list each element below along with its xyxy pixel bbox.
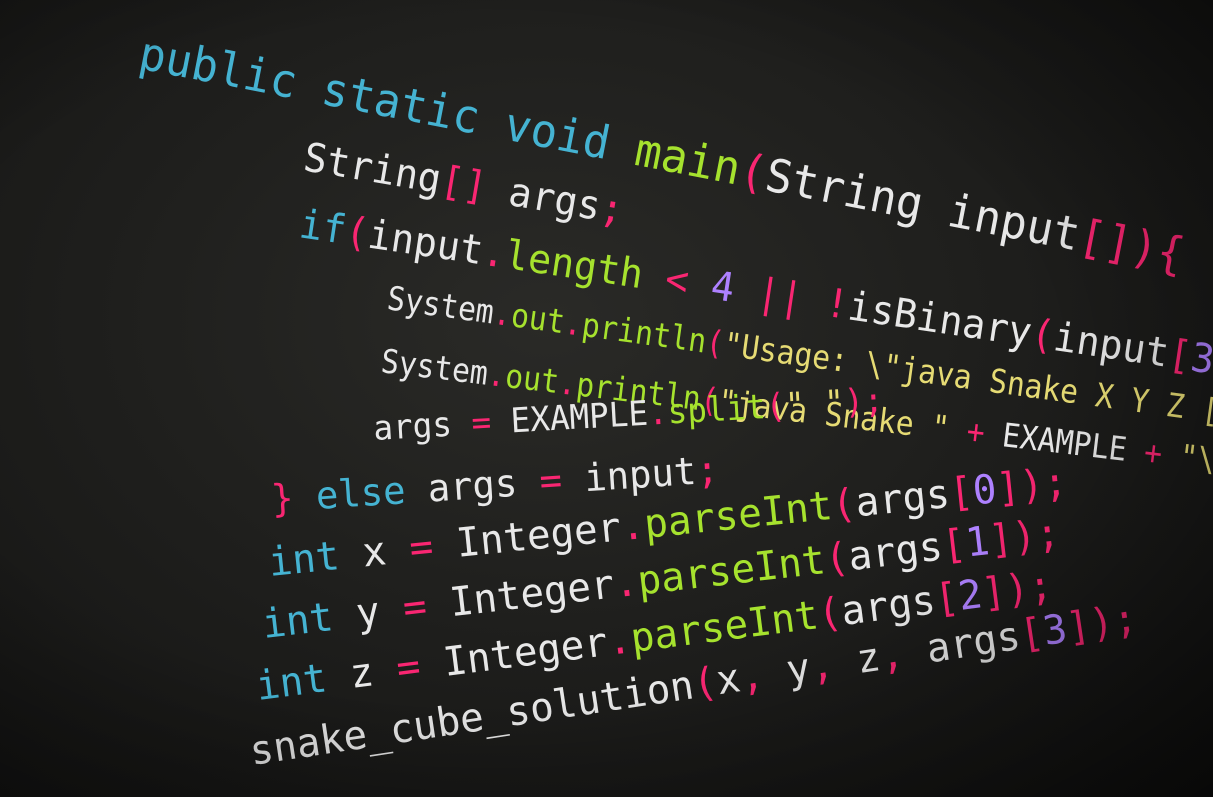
code-token: ( — [765, 385, 787, 426]
code-token: main — [631, 122, 746, 195]
code-token: = — [394, 640, 447, 692]
code-token: int — [266, 533, 341, 586]
code-token: " " — [784, 382, 845, 425]
code-token: ]); — [994, 459, 1069, 512]
code-token: , — [737, 648, 791, 701]
code-token: Integer — [441, 619, 611, 686]
code-token: split — [666, 386, 766, 431]
code-token: [] — [437, 158, 490, 211]
code-token: String input — [761, 148, 1084, 262]
code-token: length — [502, 232, 646, 298]
code-token: = — [400, 580, 452, 632]
code-token: . — [647, 392, 669, 433]
code-token: ); — [843, 380, 884, 422]
code-token: x — [337, 526, 412, 579]
code-token: || ! — [731, 267, 852, 329]
code-token: Integer — [447, 561, 616, 626]
code-token: input — [1051, 314, 1172, 376]
code-token: + — [947, 410, 1005, 454]
code-token: out — [509, 297, 567, 342]
code-token: System — [385, 280, 496, 332]
code-token: Integer — [454, 504, 623, 567]
code-token: []){ — [1074, 209, 1189, 282]
code-token: args — [426, 460, 518, 510]
code-token: } — [270, 475, 295, 521]
code-line: public static void main(String input[]){ — [135, 26, 1189, 282]
code-token: ; — [695, 447, 720, 493]
code-token: String — [300, 135, 444, 203]
code-token: System — [379, 343, 490, 393]
code-token: + — [1124, 432, 1182, 476]
code-token: args — [483, 166, 605, 231]
code-token: = — [451, 401, 512, 444]
code-token: y — [330, 586, 406, 640]
code-token: args — [853, 471, 952, 527]
code-token: input — [365, 212, 486, 274]
code-token: = — [407, 521, 459, 572]
code-token: int — [260, 594, 336, 648]
code-photo: public static void main(String input[]){… — [135, 26, 1213, 775]
code-token: out — [503, 358, 561, 402]
code-lines: public static void main(String input[]){… — [135, 26, 1213, 775]
code-token: = — [516, 456, 586, 505]
code-token: int — [253, 655, 329, 710]
code-token: else — [292, 466, 429, 519]
code-token: z — [324, 646, 400, 701]
code-token: EXAMPLE — [510, 393, 650, 440]
code-token: , — [807, 637, 861, 690]
code-token: , — [877, 627, 931, 680]
code-token: "\n" — [1178, 438, 1213, 484]
code-token: if — [296, 202, 348, 254]
code-token: args — [372, 404, 453, 448]
code-token: ]); — [1063, 595, 1140, 652]
code-token: < — [639, 253, 714, 309]
code-token: args — [846, 523, 945, 580]
code-token: ]); — [987, 510, 1063, 564]
code-token: println — [580, 307, 709, 361]
code-token: input — [583, 449, 698, 501]
